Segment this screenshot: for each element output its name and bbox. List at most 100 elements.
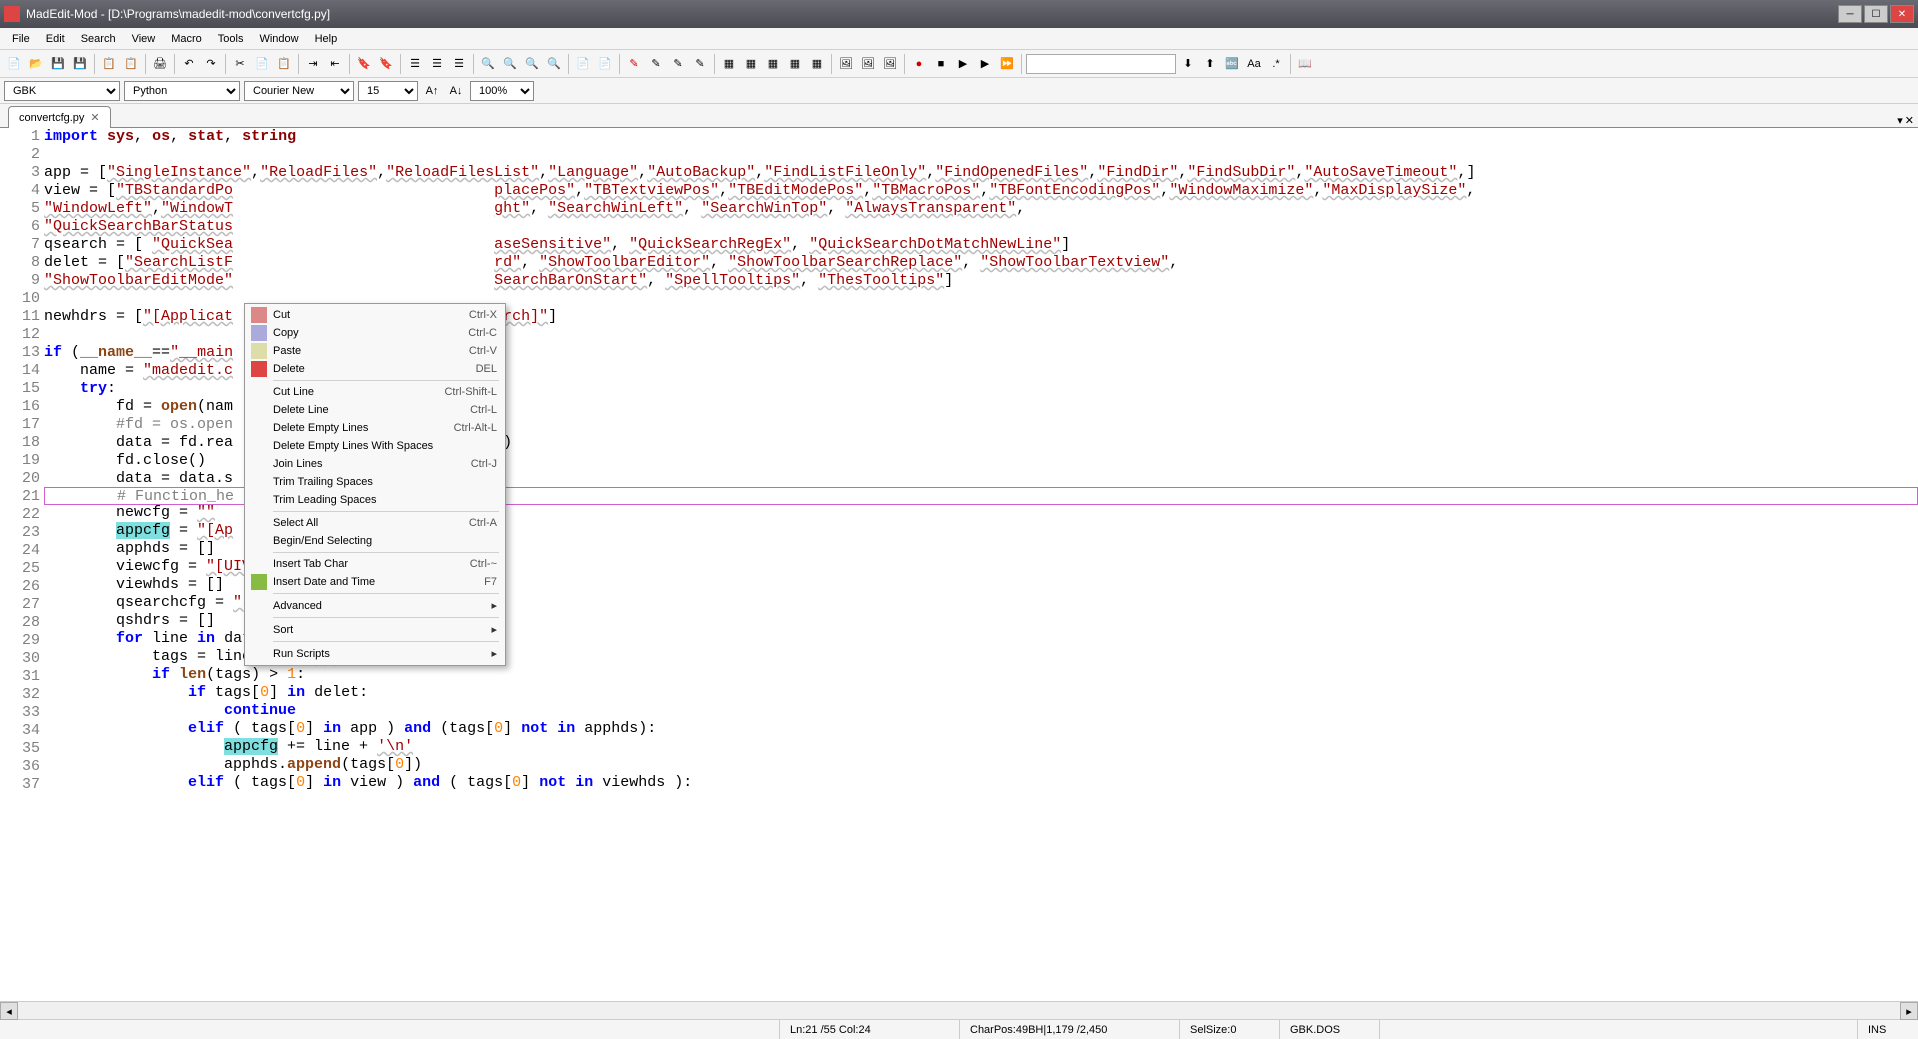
pen3-icon[interactable]: ✎ — [668, 54, 688, 74]
bookmark2-icon[interactable]: 🔖 — [376, 54, 396, 74]
ctx-cut[interactable]: CutCtrl-X — [247, 306, 503, 324]
view2-icon[interactable]: ▦ — [741, 54, 761, 74]
tb-act3-icon[interactable]: 🔤 — [1222, 54, 1242, 74]
ctx-run-scripts[interactable]: Run Scripts▸ — [247, 644, 503, 663]
encoding-select[interactable]: GBK — [4, 81, 120, 101]
status-encoding: GBK.DOS — [1280, 1020, 1380, 1039]
ctx-delete-line[interactable]: Delete LineCtrl-L — [247, 401, 503, 419]
tb-act2-icon[interactable]: ⬆ — [1200, 54, 1220, 74]
tab-dropdown-icon[interactable]: ▾ — [1897, 114, 1903, 127]
ctx-label: Begin/End Selecting — [273, 535, 372, 547]
scroll-right-button[interactable]: ▸ — [1900, 1002, 1918, 1020]
copy-icon[interactable]: 📋 — [99, 54, 119, 74]
horizontal-scrollbar[interactable]: ◂ ▸ — [0, 1001, 1918, 1019]
list3-icon[interactable]: ☰ — [449, 54, 469, 74]
view5-icon[interactable]: ▦ — [807, 54, 827, 74]
view1-icon[interactable]: ▦ — [719, 54, 739, 74]
save-all-icon[interactable]: 💾 — [70, 54, 90, 74]
undo-icon[interactable]: ↶ — [179, 54, 199, 74]
menu-macro[interactable]: Macro — [163, 30, 210, 48]
rec-red-icon[interactable]: ● — [909, 54, 929, 74]
play2-icon[interactable]: ▶ — [975, 54, 995, 74]
stop-icon[interactable]: ■ — [931, 54, 951, 74]
pen4-icon[interactable]: ✎ — [690, 54, 710, 74]
fontsize-select[interactable]: 15 — [358, 81, 418, 101]
ctx-insert-date-and-time[interactable]: Insert Date and TimeF7 — [247, 573, 503, 591]
minimize-button[interactable]: ─ — [1838, 5, 1862, 23]
zoom-select[interactable]: 100% — [470, 81, 534, 101]
paste2-icon[interactable]: 📋 — [274, 54, 294, 74]
search-input[interactable] — [1026, 54, 1176, 74]
indent-icon[interactable]: ⇥ — [303, 54, 323, 74]
font-inc-icon[interactable]: A↑ — [422, 81, 442, 101]
view3-icon[interactable]: ▦ — [763, 54, 783, 74]
ctx-advanced[interactable]: Advanced▸ — [247, 596, 503, 615]
tabbar: convertcfg.py ✕ ▾ ✕ — [0, 104, 1918, 128]
font-select[interactable]: Courier New — [244, 81, 354, 101]
tab-close-icon[interactable]: ✕ — [90, 111, 99, 124]
ctx-sort[interactable]: Sort▸ — [247, 620, 503, 639]
ctx-delete[interactable]: DeleteDEL — [247, 360, 503, 378]
bookmark-icon[interactable]: 🔖 — [354, 54, 374, 74]
save-icon[interactable]: 💾 — [48, 54, 68, 74]
menu-file[interactable]: File — [4, 30, 38, 48]
pen2-icon[interactable]: ✎ — [646, 54, 666, 74]
find-icon[interactable]: 🔍 — [478, 54, 498, 74]
ctx-trim-trailing-spaces[interactable]: Trim Trailing Spaces — [247, 473, 503, 491]
ctx-copy[interactable]: CopyCtrl-C — [247, 324, 503, 342]
play-icon[interactable]: ▶ — [953, 54, 973, 74]
find-prev-icon[interactable]: 🔍 — [522, 54, 542, 74]
ctx-trim-leading-spaces[interactable]: Trim Leading Spaces — [247, 491, 503, 509]
ctx-label: Insert Date and Time — [273, 576, 375, 588]
ctx-join-lines[interactable]: Join LinesCtrl-J — [247, 455, 503, 473]
scroll-track[interactable] — [18, 1002, 1900, 1019]
ctx-label: Delete Line — [273, 404, 329, 416]
ctx-select-all[interactable]: Select AllCtrl-A — [247, 514, 503, 532]
paste-icon[interactable]: 📋 — [121, 54, 141, 74]
list2-icon[interactable]: ☰ — [427, 54, 447, 74]
outdent-icon[interactable]: ⇤ — [325, 54, 345, 74]
menu-view[interactable]: View — [124, 30, 164, 48]
redo-icon[interactable]: ↷ — [201, 54, 221, 74]
ctx-delete-empty-lines-with-spaces[interactable]: Delete Empty Lines With Spaces — [247, 437, 503, 455]
status-spacer — [1380, 1020, 1858, 1039]
scroll-left-button[interactable]: ◂ — [0, 1002, 18, 1020]
ctx-begin-end-selecting[interactable]: Begin/End Selecting — [247, 532, 503, 550]
maximize-button[interactable]: ☐ — [1864, 5, 1888, 23]
cut-icon[interactable]: ✂ — [230, 54, 250, 74]
tb-act5-icon[interactable]: .* — [1266, 54, 1286, 74]
ctx-insert-tab-char[interactable]: Insert Tab CharCtrl-~ — [247, 555, 503, 573]
tab-convertcfg[interactable]: convertcfg.py ✕ — [8, 106, 111, 128]
ctx-delete-empty-lines[interactable]: Delete Empty LinesCtrl-Alt-L — [247, 419, 503, 437]
font-dec-icon[interactable]: A↓ — [446, 81, 466, 101]
doc1-icon[interactable]: 📄 — [573, 54, 593, 74]
list1-icon[interactable]: ☰ — [405, 54, 425, 74]
language-select[interactable]: Python — [124, 81, 240, 101]
editor[interactable]: 1234567891011121314151617181920212223242… — [0, 128, 1918, 1001]
new-file-icon[interactable]: 📄 — [4, 54, 24, 74]
menu-tools[interactable]: Tools — [210, 30, 252, 48]
tb-help-icon[interactable]: 📖 — [1295, 54, 1315, 74]
open-file-icon[interactable]: 📂 — [26, 54, 46, 74]
view4-icon[interactable]: ▦ — [785, 54, 805, 74]
img3-icon[interactable]: 🖼 — [880, 54, 900, 74]
img2-icon[interactable]: 🖼 — [858, 54, 878, 74]
ctx-paste[interactable]: PasteCtrl-V — [247, 342, 503, 360]
tb-act1-icon[interactable]: ⬇ — [1178, 54, 1198, 74]
menu-search[interactable]: Search — [73, 30, 124, 48]
print-icon[interactable]: 🖨 — [150, 54, 170, 74]
close-button[interactable]: ✕ — [1890, 5, 1914, 23]
menu-edit[interactable]: Edit — [38, 30, 73, 48]
menu-window[interactable]: Window — [251, 30, 306, 48]
pen-red-icon[interactable]: ✎ — [624, 54, 644, 74]
tab-close-all-icon[interactable]: ✕ — [1905, 114, 1914, 127]
find-next-icon[interactable]: 🔍 — [500, 54, 520, 74]
doc2-icon[interactable]: 📄 — [595, 54, 615, 74]
copy2-icon[interactable]: 📄 — [252, 54, 272, 74]
img1-icon[interactable]: 🖼 — [836, 54, 856, 74]
play3-icon[interactable]: ⏩ — [997, 54, 1017, 74]
find-all-icon[interactable]: 🔍 — [544, 54, 564, 74]
menu-help[interactable]: Help — [307, 30, 346, 48]
tb-act4-icon[interactable]: Aa — [1244, 54, 1264, 74]
ctx-cut-line[interactable]: Cut LineCtrl-Shift-L — [247, 383, 503, 401]
